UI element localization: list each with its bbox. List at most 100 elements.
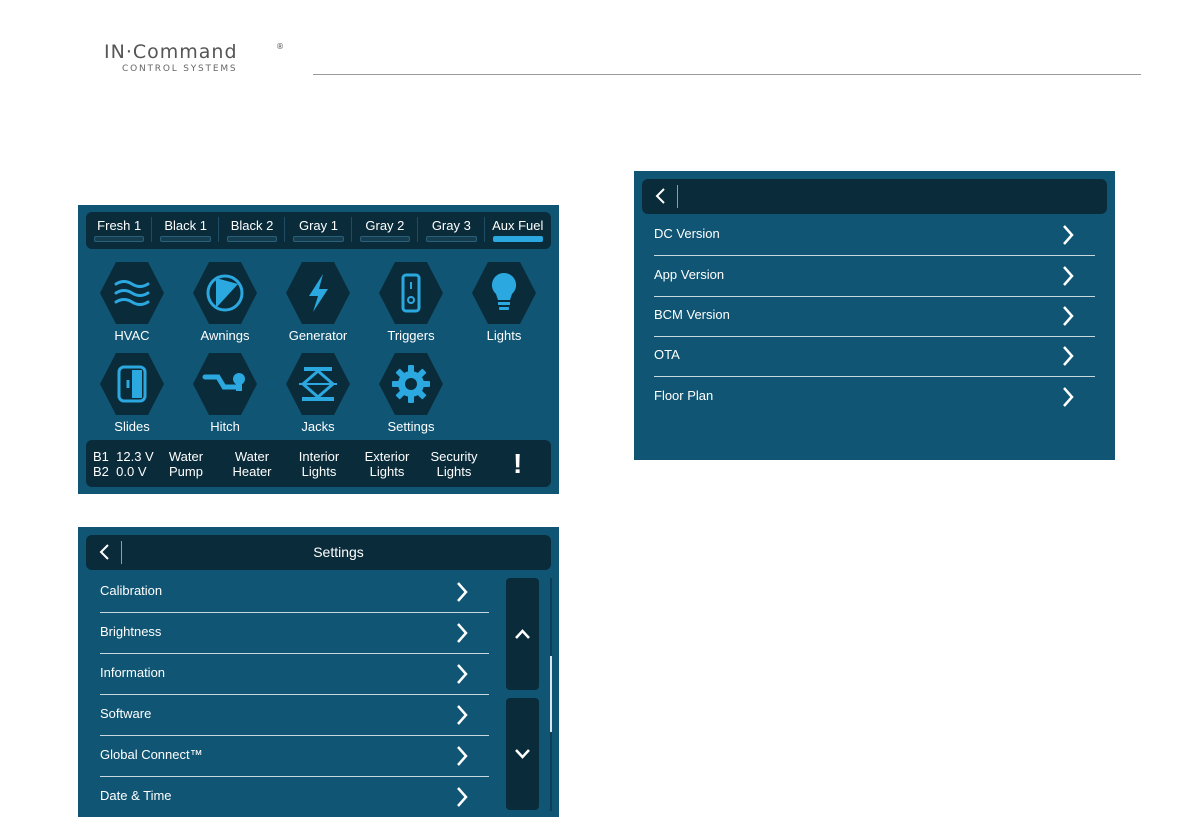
water-pump-button[interactable]: Water Pump xyxy=(166,449,206,479)
tank-black-1[interactable]: Black 1 xyxy=(152,212,219,249)
interior-lights-button[interactable]: Interior Lights xyxy=(296,449,342,479)
button-label-line1: Water xyxy=(168,449,204,464)
tank-aux-fuel[interactable]: Aux Fuel xyxy=(485,212,551,249)
header-divider xyxy=(677,185,678,208)
tank-label: Fresh 1 xyxy=(97,218,142,233)
water-heater-button[interactable]: Water Heater xyxy=(230,449,274,479)
slides-button[interactable]: Slides xyxy=(97,351,167,434)
generator-button[interactable]: Generator xyxy=(283,260,353,343)
hvac-waves-icon xyxy=(100,262,164,324)
settings-item-global-connect[interactable]: Global Connect™ xyxy=(100,736,489,777)
info-item-ota[interactable]: OTA xyxy=(654,336,1095,377)
jacks-button[interactable]: Jacks xyxy=(283,351,353,434)
tank-fresh-1[interactable]: Fresh 1 xyxy=(86,212,153,249)
incommand-logo: IN·Command ® CONTROL SYSTEMS xyxy=(104,42,284,74)
tank-label: Gray 2 xyxy=(365,218,405,233)
list-item-label: Date & Time xyxy=(100,788,172,803)
icon-label: HVAC xyxy=(114,328,150,343)
quick-status-bar: B1 12.3 V B2 0.0 V Water Pump Water Heat… xyxy=(86,440,551,487)
icon-label: Awnings xyxy=(200,328,250,343)
info-item-bcm-version[interactable]: BCM Version xyxy=(654,296,1095,337)
lights-button[interactable]: Lights xyxy=(469,260,539,343)
list-item-label: Calibration xyxy=(100,583,163,598)
triggers-button[interactable]: Triggers xyxy=(376,260,446,343)
button-label-line2: Lights xyxy=(436,464,472,479)
tank-meter-active xyxy=(492,236,543,242)
awnings-button[interactable]: Awnings xyxy=(190,260,260,343)
chevron-right-icon xyxy=(1063,387,1074,407)
exterior-lights-button[interactable]: Exterior Lights xyxy=(362,449,412,479)
security-lights-button[interactable]: Security Lights xyxy=(428,449,480,479)
settings-button[interactable]: Settings xyxy=(376,351,446,434)
icon-label: Triggers xyxy=(387,328,435,343)
tank-black-2[interactable]: Black 2 xyxy=(219,212,286,249)
back-chevron-icon[interactable] xyxy=(652,187,670,205)
hvac-button[interactable]: HVAC xyxy=(97,260,167,343)
settings-item-calibration[interactable]: Calibration xyxy=(100,572,489,613)
list-item-label: Software xyxy=(100,706,152,721)
tank-label: Aux Fuel xyxy=(492,218,544,233)
information-screen: DC Version App Version BCM Version OTA F… xyxy=(634,171,1115,460)
chevron-right-icon xyxy=(457,623,468,643)
alert-icon[interactable]: ! xyxy=(513,448,522,480)
button-label-line2: Lights xyxy=(369,464,405,479)
chevron-right-icon xyxy=(457,664,468,684)
tank-meter xyxy=(160,236,211,242)
icon-label: Hitch xyxy=(210,419,240,434)
light-bulb-icon xyxy=(472,262,536,324)
slide-out-icon xyxy=(100,353,164,415)
list-item-label: Floor Plan xyxy=(654,388,714,403)
chevron-right-icon xyxy=(1063,225,1074,245)
icon-label: Jacks xyxy=(301,419,335,434)
info-item-dc-version[interactable]: DC Version xyxy=(654,215,1095,256)
tank-gray-1[interactable]: Gray 1 xyxy=(285,212,352,249)
scrollbar-thumb[interactable] xyxy=(550,656,552,732)
information-header xyxy=(642,179,1107,214)
settings-item-date-time[interactable]: Date & Time xyxy=(100,777,489,817)
lightning-bolt-icon xyxy=(286,262,350,324)
awning-icon xyxy=(193,262,257,324)
chevron-right-icon xyxy=(457,787,468,807)
chevron-right-icon xyxy=(457,746,468,766)
button-label-line1: Water xyxy=(234,449,270,464)
info-item-app-version[interactable]: App Version xyxy=(654,256,1095,297)
tank-gray-3[interactable]: Gray 3 xyxy=(418,212,485,249)
page-title: Settings xyxy=(313,544,364,560)
settings-item-software[interactable]: Software xyxy=(100,695,489,736)
scissor-jack-icon xyxy=(286,353,350,415)
back-chevron-icon[interactable] xyxy=(96,543,114,561)
hitch-button[interactable]: Hitch xyxy=(190,351,260,434)
chevron-right-icon xyxy=(457,705,468,725)
list-item-label: DC Version xyxy=(654,226,720,241)
icon-label: Generator xyxy=(288,328,348,343)
chevron-up-icon xyxy=(515,629,530,639)
list-item-label: Information xyxy=(100,665,166,680)
header-divider xyxy=(313,74,1141,75)
trailer-hitch-icon xyxy=(193,353,257,415)
list-item-label: Brightness xyxy=(100,624,162,639)
battery-readout: B1 12.3 V B2 0.0 V xyxy=(93,449,154,479)
list-item-label: BCM Version xyxy=(654,307,730,322)
battery-2-voltage: 0.0 V xyxy=(116,464,147,479)
tank-label: Gray 1 xyxy=(298,218,338,233)
settings-item-information[interactable]: Information xyxy=(100,654,489,695)
button-label-line2: Lights xyxy=(301,464,337,479)
chevron-right-icon xyxy=(457,582,468,602)
button-label-line1: Interior xyxy=(298,449,340,464)
battery-2-label: B2 xyxy=(93,464,109,479)
list-item-label: Global Connect™ xyxy=(100,747,203,762)
button-label-line2: Heater xyxy=(232,464,272,479)
tank-meter xyxy=(94,236,145,242)
icon-label: Lights xyxy=(486,328,522,343)
chevron-right-icon xyxy=(1063,266,1074,286)
info-item-floor-plan[interactable]: Floor Plan xyxy=(654,377,1095,417)
gear-icon xyxy=(379,353,443,415)
header-divider xyxy=(121,541,122,564)
chevron-right-icon xyxy=(1063,306,1074,326)
scroll-up-button[interactable] xyxy=(506,578,539,690)
scroll-down-button[interactable] xyxy=(506,698,539,810)
chevron-right-icon xyxy=(1063,346,1074,366)
tank-gray-2[interactable]: Gray 2 xyxy=(352,212,419,249)
settings-item-brightness[interactable]: Brightness xyxy=(100,613,489,654)
list-item-label: App Version xyxy=(654,267,725,282)
